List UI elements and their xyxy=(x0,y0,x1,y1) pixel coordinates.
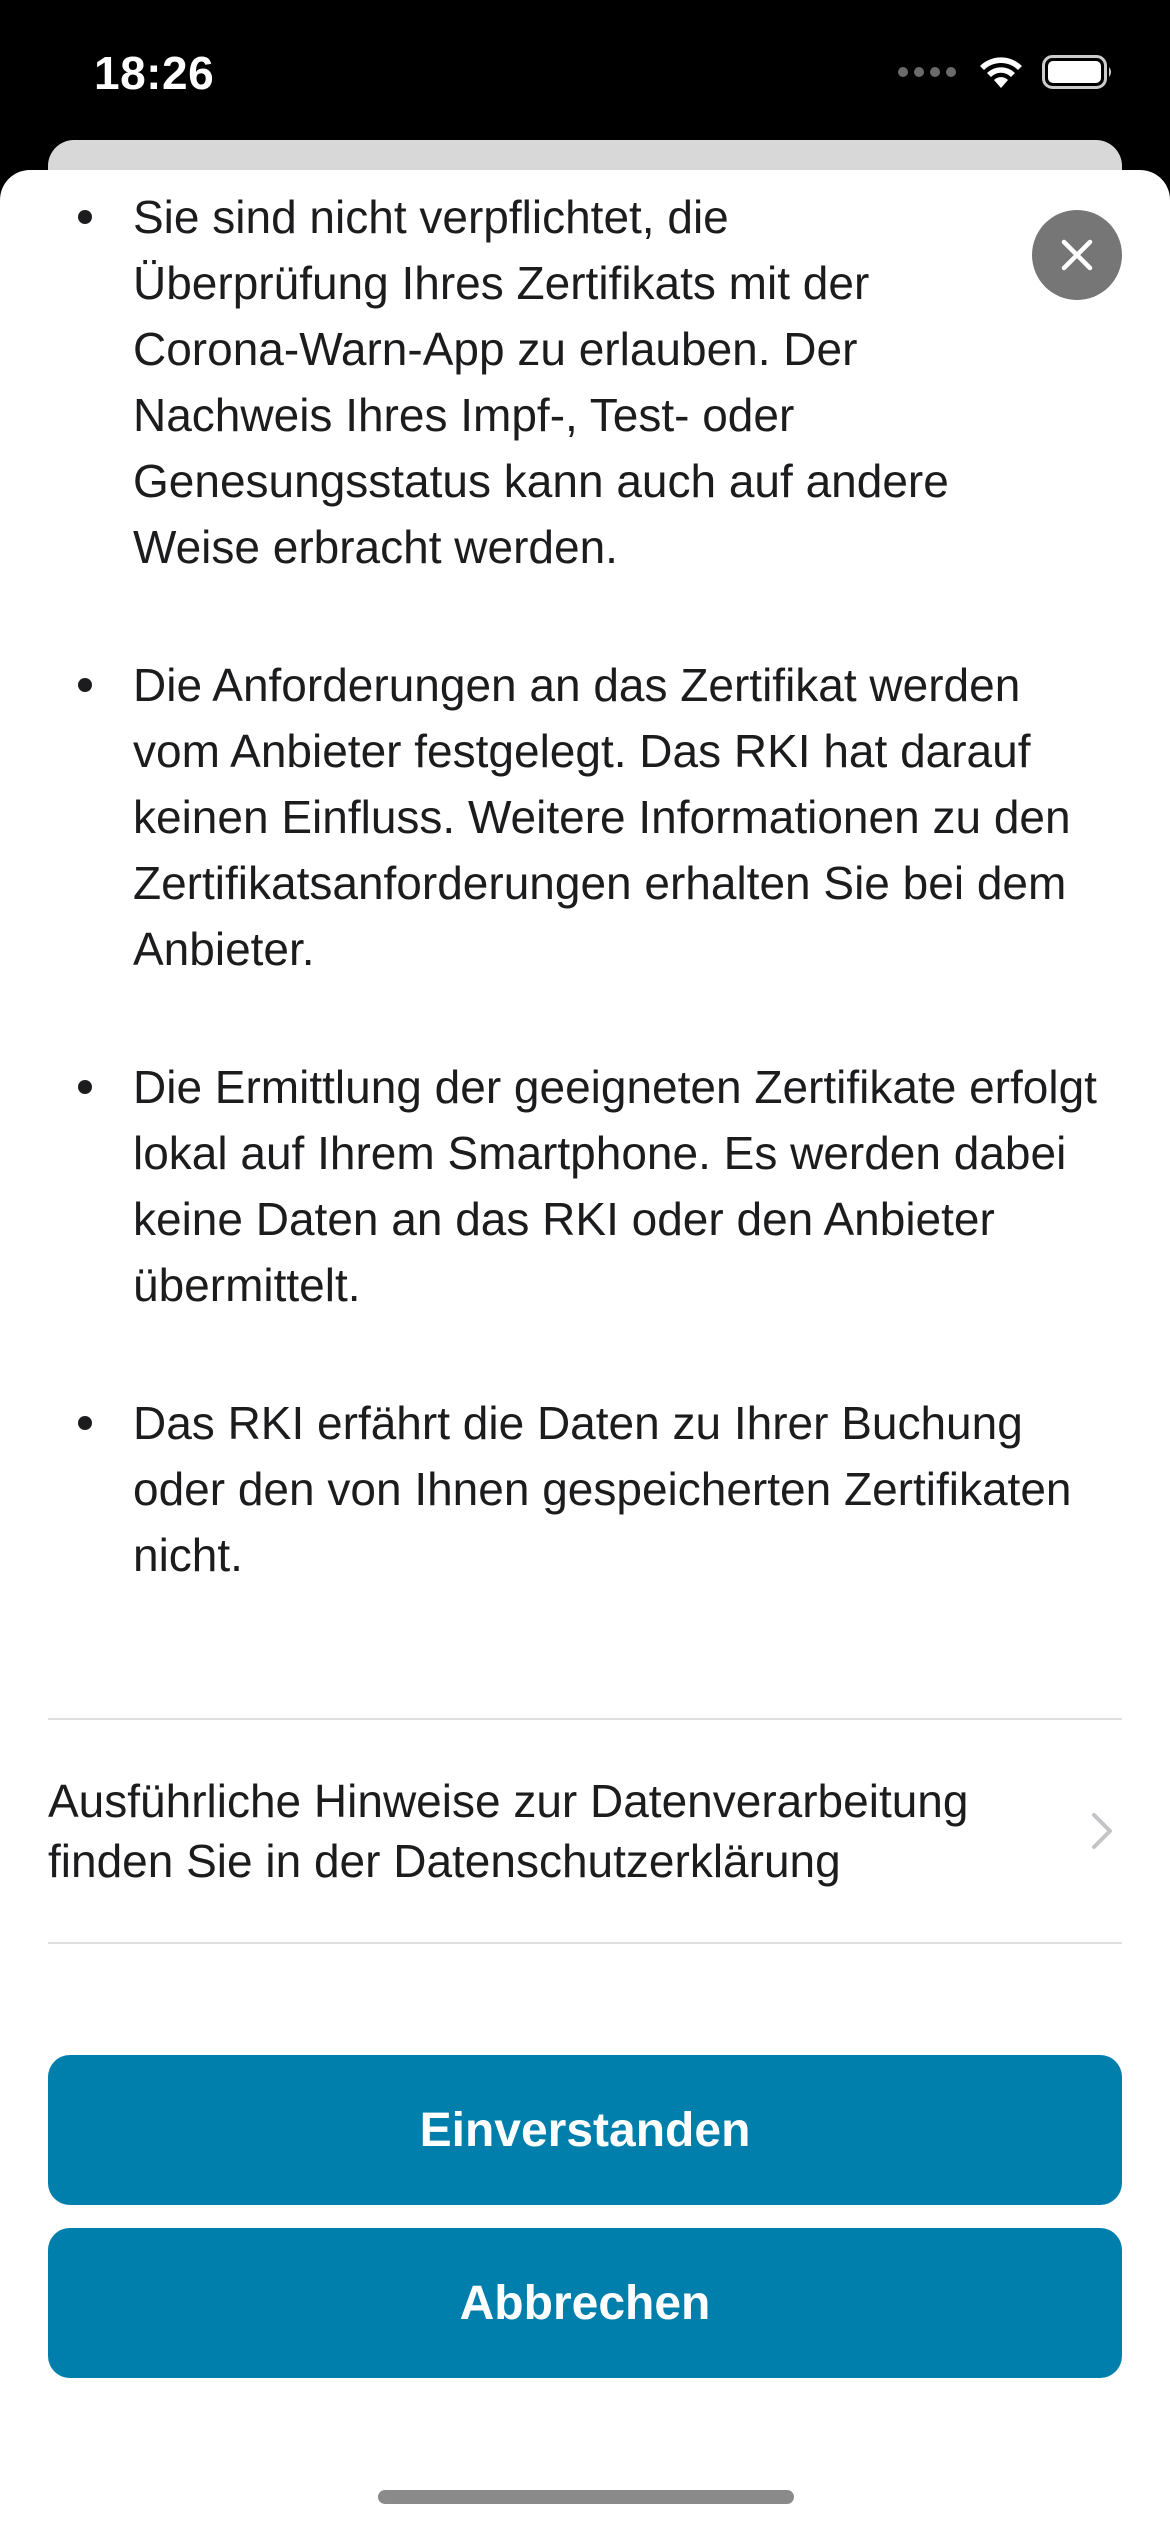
bullet-icon xyxy=(78,210,92,224)
bullet-item: Die Ermittlung der geeigneten Zertifikat… xyxy=(0,1054,1170,1318)
bullet-item: Sie sind nicht verpflichtet, die Überprü… xyxy=(0,184,1170,580)
bullet-text: Die Anforderungen an das Zertifikat werd… xyxy=(133,659,1071,975)
close-icon xyxy=(1061,239,1093,271)
cellular-signal-icon xyxy=(898,67,956,77)
info-bullet-list: Sie sind nicht verpflichtet, die Überprü… xyxy=(0,184,1170,1660)
chevron-right-icon xyxy=(1092,1813,1112,1849)
consent-sheet: Sie sind nicht verpflichtet, die Überprü… xyxy=(0,170,1170,2532)
status-bar: 18:26 xyxy=(0,0,1170,140)
status-time: 18:26 xyxy=(94,47,215,99)
close-button[interactable] xyxy=(1032,210,1122,300)
status-icons xyxy=(898,52,1114,92)
bullet-text: Sie sind nicht verpflichtet, die Überprü… xyxy=(133,191,949,573)
bullet-text: Die Ermittlung der geeigneten Zertifikat… xyxy=(133,1061,1097,1311)
battery-icon xyxy=(1042,55,1111,89)
privacy-link-row[interactable]: Ausführliche Hinweise zur Datenverarbeit… xyxy=(48,1718,1122,1944)
home-indicator[interactable] xyxy=(378,2490,794,2504)
wifi-icon xyxy=(980,57,1022,88)
bullet-item: Die Anforderungen an das Zertifikat werd… xyxy=(0,652,1170,982)
bullet-text: Das RKI erfährt die Daten zu Ihrer Buchu… xyxy=(133,1397,1072,1581)
bullet-icon xyxy=(78,1080,92,1094)
privacy-link-text: Ausführliche Hinweise zur Datenverarbeit… xyxy=(48,1775,969,1887)
cancel-button[interactable]: Abbrechen xyxy=(48,2228,1122,2378)
bullet-icon xyxy=(78,678,92,692)
bullet-icon xyxy=(78,1416,92,1430)
agree-button[interactable]: Einverstanden xyxy=(48,2055,1122,2205)
bullet-item: Das RKI erfährt die Daten zu Ihrer Buchu… xyxy=(0,1390,1170,1588)
